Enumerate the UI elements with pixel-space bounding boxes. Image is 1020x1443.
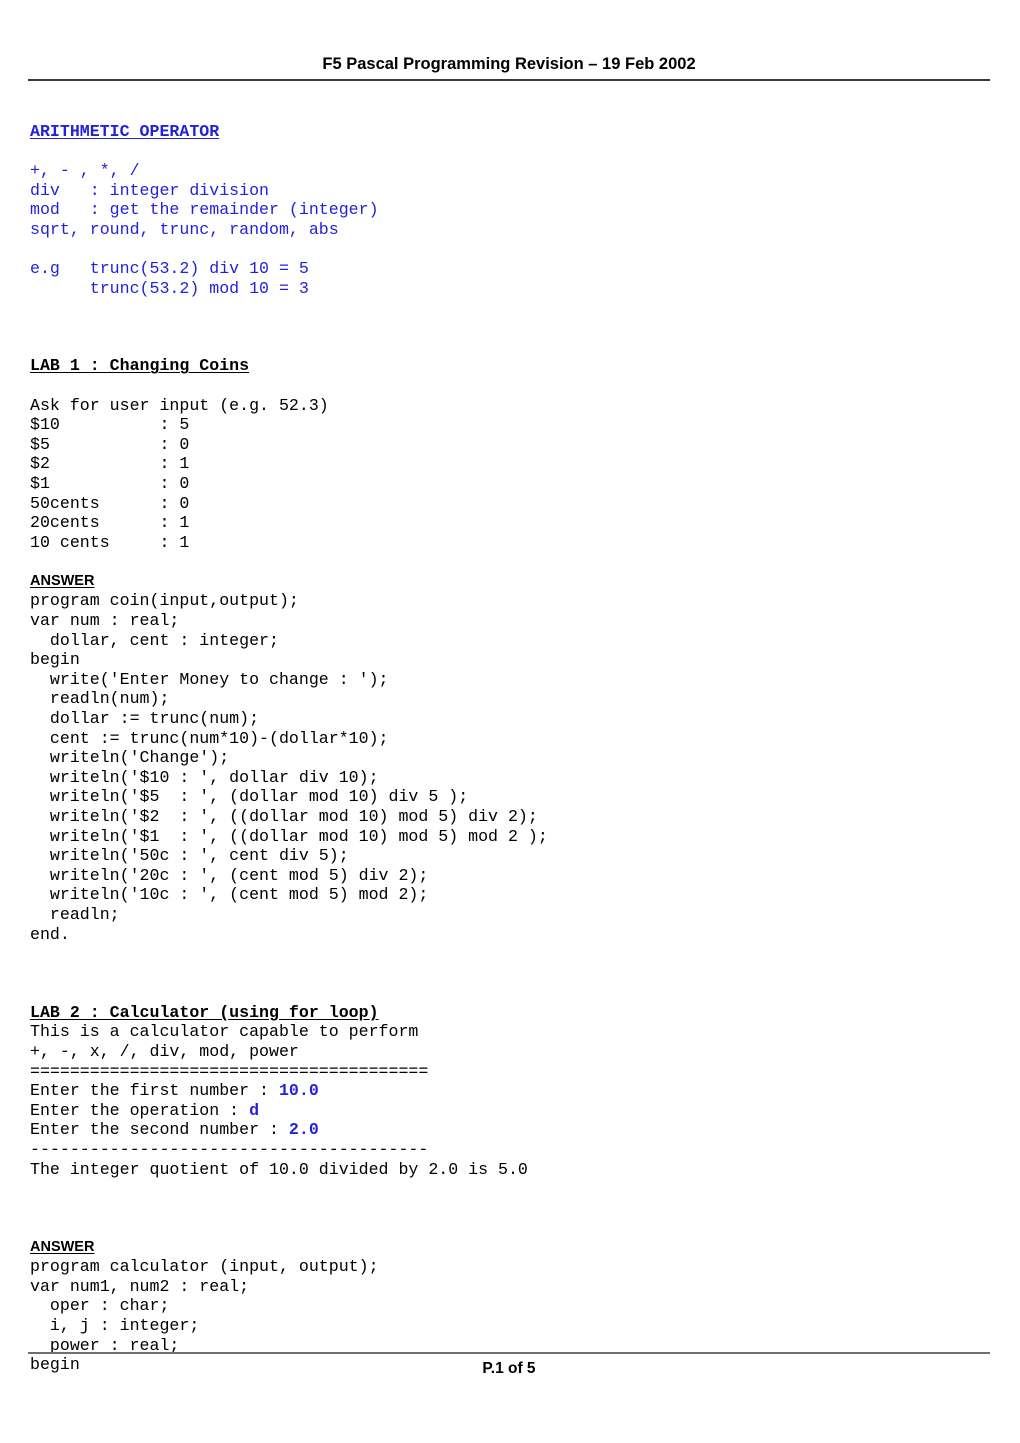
lab-2-io-line-2: Enter the operation : d: [30, 1101, 990, 1121]
lab-1-answer-label-text: ANSWER: [30, 572, 95, 589]
arithmetic-operator-line-2: div : integer division: [30, 180, 269, 200]
page-number: P.1 of 5: [482, 1360, 536, 1377]
lab-2-io-prompt-3: Enter the second number :: [30, 1120, 289, 1140]
lab-2-io-value-3: 2.0: [288, 1120, 319, 1140]
lab-2-io-prompt-2: Enter the operation :: [30, 1100, 250, 1120]
section-heading-arithmetic-operator: ARITHMETIC OPERATOR: [30, 122, 990, 142]
lab-2-result-line: The integer quotient of 10.0 divided by …: [30, 1159, 528, 1179]
footer-rule: [28, 1352, 990, 1354]
lab-2-io-prompt-1: Enter the first number :: [30, 1081, 279, 1101]
arithmetic-operator-line-3: mod : get the remainder (integer): [30, 200, 379, 220]
page-header: F5 Pascal Programming Revision – 19 Feb …: [28, 55, 990, 81]
lab-1-coin-table: $10 : 5 $5 : 0 $2 : 1 $1 : 0 50cents : 0…: [30, 415, 190, 552]
lab-2-io-line-1: Enter the first number : 10.0: [30, 1081, 990, 1101]
lab-1-answer-label: ANSWER: [30, 572, 990, 592]
lab-2-description-line-2: +, -, x, /, div, mod, power: [30, 1041, 299, 1061]
lab-2-io-line-3: Enter the second number : 2.0: [30, 1120, 990, 1140]
arithmetic-operator-line-4: sqrt, round, trunc, random, abs: [30, 219, 339, 239]
arithmetic-operator-heading-text: ARITHMETIC OPERATOR: [30, 122, 220, 141]
section-heading-lab-1: LAB 1 : Changing Coins: [30, 356, 990, 376]
lab-2-answer-label-text: ANSWER: [30, 1238, 95, 1255]
lab-2-separator-equals: ========================================: [30, 1061, 429, 1081]
lab-2-description-line-1: This is a calculator capable to perform: [30, 1022, 419, 1042]
page-footer: P.1 of 5: [28, 1352, 990, 1378]
document-page: F5 Pascal Programming Revision – 19 Feb …: [0, 0, 1020, 1443]
arithmetic-example-line-1: e.g trunc(53.2) div 10 = 5: [30, 259, 309, 279]
lab-2-answer-label: ANSWER: [30, 1238, 990, 1258]
header-title: F5 Pascal Programming Revision – 19 Feb …: [322, 55, 696, 73]
document-body: ARITHMETIC OPERATOR +, - , *, / div : in…: [30, 122, 990, 1375]
lab-2-io-value-2: d: [249, 1100, 260, 1120]
section-heading-lab-2: LAB 2 : Calculator (using for loop): [30, 1003, 990, 1023]
lab-1-heading-text: LAB 1 : Changing Coins: [30, 356, 250, 376]
arithmetic-operator-line-1: +, - , *, /: [30, 161, 140, 181]
header-rule: [28, 79, 990, 81]
lab-1-code-block: program coin(input,output); var num : re…: [30, 591, 548, 944]
lab-2-io-value-1: 10.0: [278, 1081, 319, 1101]
lab-2-separator-dashes: ----------------------------------------: [30, 1139, 429, 1159]
arithmetic-example-line-2: trunc(53.2) mod 10 = 3: [30, 278, 309, 298]
lab-1-prompt: Ask for user input (e.g. 52.3): [30, 395, 329, 415]
lab-2-heading-text: LAB 2 : Calculator (using for loop): [30, 1002, 379, 1022]
